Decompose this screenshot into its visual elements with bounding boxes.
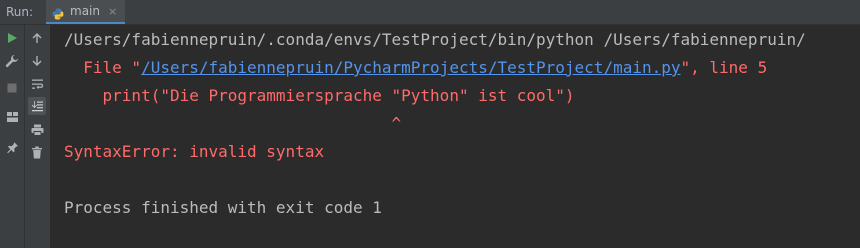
- run-tool-window: Run: main × /Users/fabiennepruin/.conda/…: [0, 0, 860, 248]
- console-command-line: /Users/fabiennepruin/.conda/envs/TestPro…: [64, 30, 806, 49]
- arrow-down-icon[interactable]: [28, 52, 46, 70]
- python-file-icon: [52, 5, 64, 20]
- tab-main-label: main: [70, 4, 100, 18]
- run-toolbar-secondary: [25, 25, 51, 248]
- wrench-icon[interactable]: [3, 52, 21, 70]
- traceback-file-suffix: ", line 5: [680, 58, 768, 77]
- close-icon[interactable]: ×: [108, 5, 117, 18]
- traceback-file-line: File "/Users/fabiennepruin/PycharmProjec…: [64, 58, 767, 78]
- console-output[interactable]: /Users/fabiennepruin/.conda/envs/TestPro…: [51, 25, 860, 248]
- tab-main[interactable]: main ×: [46, 0, 126, 24]
- traceback-file-link[interactable]: /Users/fabiennepruin/PycharmProjects/Tes…: [141, 58, 680, 77]
- pin-icon[interactable]: [3, 138, 21, 156]
- run-label: Run:: [6, 5, 34, 19]
- soft-wrap-icon[interactable]: [28, 75, 46, 93]
- traceback-code-line: print("Die Programmiersprache "Python" i…: [64, 86, 575, 105]
- layout-icon[interactable]: [3, 108, 21, 126]
- traceback-file-prefix: File ": [64, 58, 142, 77]
- scroll-to-end-icon[interactable]: [28, 97, 46, 115]
- print-icon[interactable]: [28, 121, 46, 139]
- run-toolbar-primary: [0, 25, 25, 248]
- rerun-icon[interactable]: [3, 29, 21, 47]
- trash-icon[interactable]: [28, 143, 46, 161]
- syntax-error-line: SyntaxError: invalid syntax: [64, 142, 325, 161]
- stop-icon[interactable]: [3, 79, 21, 97]
- arrow-up-icon[interactable]: [28, 29, 46, 47]
- traceback-caret-line: ^: [64, 114, 402, 133]
- run-tab-bar: Run: main ×: [0, 0, 860, 25]
- process-exit-line: Process finished with exit code 1: [64, 198, 382, 217]
